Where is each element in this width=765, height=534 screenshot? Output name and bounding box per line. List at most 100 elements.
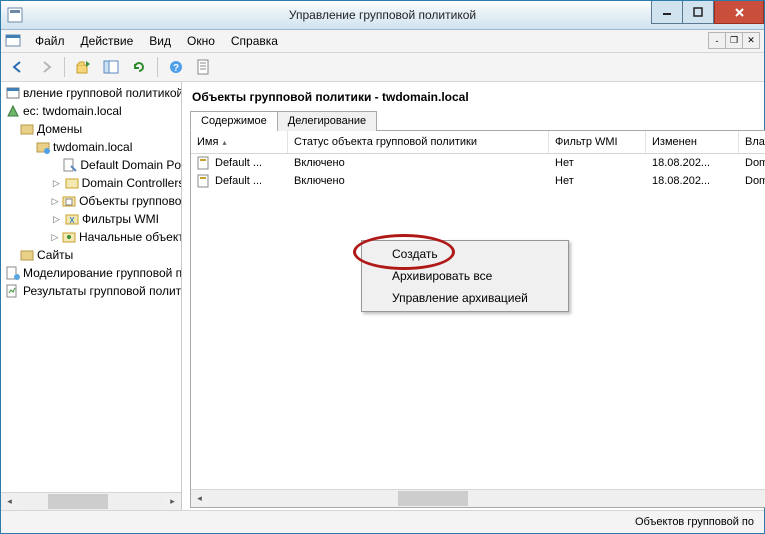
status-bar: Объектов групповой по [1, 510, 764, 533]
column-header-name[interactable]: Имя ▴ [191, 131, 288, 153]
up-button[interactable] [70, 54, 96, 80]
expander-icon[interactable] [51, 160, 60, 171]
column-label: Имя [197, 136, 218, 148]
properties-button[interactable] [191, 54, 217, 80]
back-button[interactable] [5, 54, 31, 80]
wmi-icon [64, 211, 80, 227]
tree-node-root[interactable]: вление групповой политикой [1, 84, 181, 102]
grid-horizontal-scrollbar[interactable]: ◂ ▸ [191, 489, 765, 507]
table-row[interactable]: Default ... Включено Нет 18.08.202... Do… [191, 172, 765, 190]
window-controls [651, 1, 764, 23]
modeling-icon [5, 265, 21, 281]
gpo-grid: Имя ▴ Статус объекта групповой политики Ф… [190, 131, 765, 508]
context-item-manage-backup[interactable]: Управление архивацией [364, 287, 566, 309]
menu-action[interactable]: Действие [73, 32, 142, 50]
sort-asc-icon: ▴ [222, 138, 226, 147]
scroll-right-button[interactable]: ▸ [164, 493, 181, 510]
tree-node-wmi-filters[interactable]: ▷ Фильтры WMI [1, 210, 181, 228]
tab-contents[interactable]: Содержимое [190, 111, 278, 131]
status-text: Объектов групповой по [635, 516, 754, 528]
cell-status: Включено [288, 157, 549, 169]
tree-node-domain-controllers[interactable]: ▷ Domain Controllers [1, 174, 181, 192]
maximize-button[interactable] [683, 1, 714, 24]
scroll-left-button[interactable]: ◂ [191, 490, 208, 507]
gpo-icon [197, 156, 211, 170]
scroll-track[interactable] [18, 493, 164, 510]
tree-node-sites[interactable]: Сайты [1, 246, 181, 264]
pane-title: Объекты групповой политики - twdomain.lo… [190, 88, 765, 110]
column-header-wmi[interactable]: Фильтр WMI [549, 131, 646, 153]
gpo-icon [197, 174, 211, 188]
context-menu: Создать Архивировать все Управление архи… [361, 240, 569, 312]
grid-header: Имя ▴ Статус объекта групповой политики Ф… [191, 131, 765, 154]
tree-label: Domain Controllers [82, 176, 181, 190]
toolbar-separator [157, 57, 158, 77]
menu-bar: Файл Действие Вид Окно Справка ‐ ❐ ✕ [1, 30, 764, 53]
expander-icon[interactable]: ▷ [51, 196, 59, 207]
tree-label: вление групповой политикой [23, 86, 181, 100]
context-item-create[interactable]: Создать [364, 243, 566, 265]
menu-help[interactable]: Справка [223, 32, 286, 50]
context-item-backup-all[interactable]: Архивировать все [364, 265, 566, 287]
gpo-link-icon [62, 157, 78, 173]
cell-wmi: Нет [549, 157, 646, 169]
cell-status: Включено [288, 175, 549, 187]
mmc-icon [5, 33, 21, 49]
cell-modified: 18.08.202... [646, 175, 739, 187]
cell-text: Default ... [215, 157, 262, 169]
tree-node-starter-gpos[interactable]: ▷ Начальные объекты груп [1, 228, 181, 246]
scroll-left-button[interactable]: ◂ [1, 493, 18, 510]
cell-owner: Doma [739, 157, 765, 169]
menu-file[interactable]: Файл [27, 32, 73, 50]
scroll-thumb[interactable] [48, 494, 108, 509]
grid-body[interactable]: Default ... Включено Нет 18.08.202... Do… [191, 154, 765, 489]
scroll-thumb[interactable] [398, 491, 468, 506]
tree-horizontal-scrollbar[interactable]: ◂ ▸ [1, 492, 181, 510]
tree-label: ес: twdomain.local [23, 104, 122, 118]
show-hide-tree-button[interactable] [98, 54, 124, 80]
expander-icon[interactable]: ▷ [51, 178, 62, 189]
mdi-close-button[interactable]: ✕ [742, 32, 760, 49]
close-button[interactable] [714, 1, 764, 24]
cell-wmi: Нет [549, 175, 646, 187]
tree-label: Домены [37, 122, 82, 136]
column-header-status[interactable]: Статус объекта групповой политики [288, 131, 549, 153]
tab-delegation[interactable]: Делегирование [277, 111, 377, 131]
column-header-modified[interactable]: Изменен [646, 131, 739, 153]
refresh-button[interactable] [126, 54, 152, 80]
tree-label: Моделирование групповой поли [23, 266, 181, 280]
mdi-minimize-button[interactable]: ‐ [708, 32, 726, 49]
menu-view[interactable]: Вид [141, 32, 179, 50]
tree-node-gpo-container[interactable]: ▷ Объекты групповой поли [1, 192, 181, 210]
tree-node-results[interactable]: Результаты групповой политики [1, 282, 181, 300]
tree-label: Сайты [37, 248, 73, 262]
tree-node-forest[interactable]: ес: twdomain.local [1, 102, 181, 120]
cell-modified: 18.08.202... [646, 157, 739, 169]
tree-label: Начальные объекты груп [79, 230, 181, 244]
tree-node-domains[interactable]: Домены [1, 120, 181, 138]
tree-view[interactable]: вление групповой политикой ес: twdomain.… [1, 82, 181, 492]
content-area: вление групповой политикой ес: twdomain.… [1, 82, 764, 510]
mdi-restore-button[interactable]: ❐ [725, 32, 743, 49]
menu-window[interactable]: Окно [179, 32, 223, 50]
toolbar-separator [64, 57, 65, 77]
mdi-controls: ‐ ❐ ✕ [709, 32, 760, 49]
expander-icon[interactable]: ▷ [51, 232, 59, 243]
forest-icon [5, 103, 21, 119]
column-header-owner[interactable]: Влад [739, 131, 765, 153]
tree-label: twdomain.local [53, 140, 132, 154]
tree-label: Default Domain Policy [80, 158, 181, 172]
title-bar: Управление групповой политикой [1, 1, 764, 30]
tree-label: Фильтры WMI [82, 212, 159, 226]
help-button[interactable]: ? [163, 54, 189, 80]
expander-icon[interactable]: ▷ [51, 214, 62, 225]
scroll-track[interactable] [208, 490, 764, 507]
minimize-button[interactable] [651, 1, 683, 24]
tree-node-modeling[interactable]: Моделирование групповой поли [1, 264, 181, 282]
table-row[interactable]: Default ... Включено Нет 18.08.202... Do… [191, 154, 765, 172]
tree-node-default-policy[interactable]: Default Domain Policy [1, 156, 181, 174]
gpmc-icon [5, 85, 21, 101]
tree-node-domain[interactable]: twdomain.local [1, 138, 181, 156]
sites-icon [19, 247, 35, 263]
forward-button[interactable] [33, 54, 59, 80]
